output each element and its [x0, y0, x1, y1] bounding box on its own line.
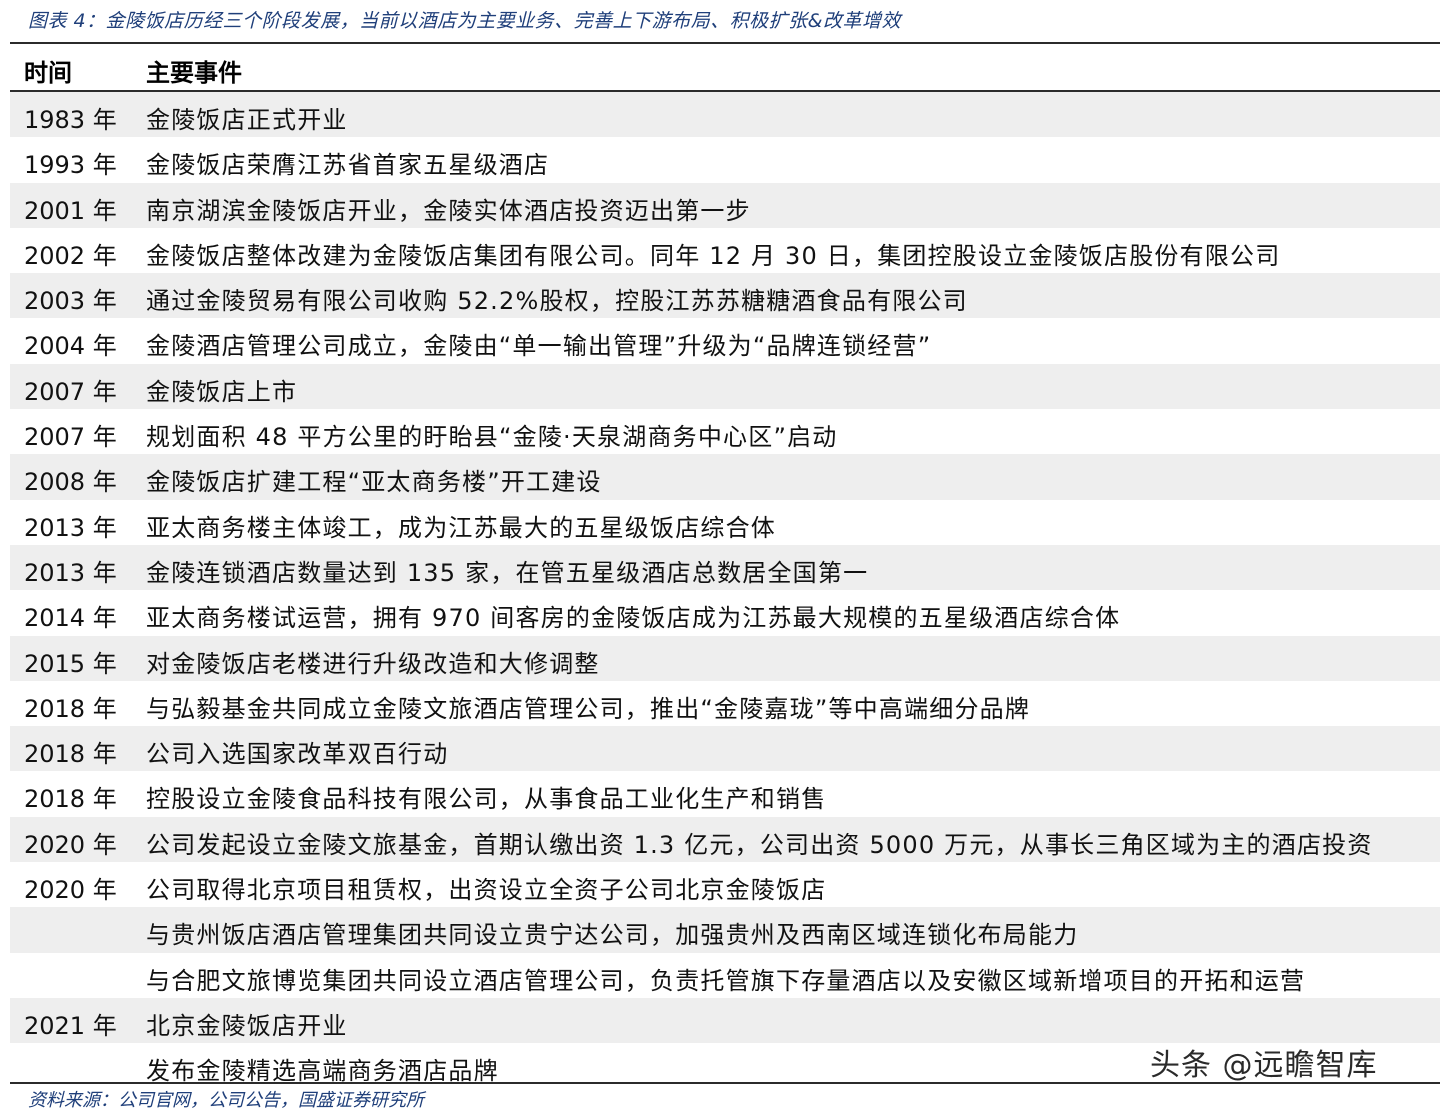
watermark: 头条 @远瞻智库 — [1150, 1048, 1378, 1083]
row-year: 2020 年 — [24, 876, 117, 905]
table-row: 2007 年金陵饭店上市 — [10, 363, 1440, 410]
row-year: 2013 年 — [24, 558, 117, 587]
row-event: 金陵饭店整体改建为金陵饭店集团有限公司。同年 12 月 30 日，集团控股设立金… — [146, 241, 1281, 270]
row-year: 2003 年 — [24, 287, 117, 316]
table-row: 2021 年北京金陵饭店开业 — [10, 997, 1440, 1044]
row-event: 对金陵饭店老楼进行升级改造和大修调整 — [146, 649, 600, 678]
table-row: 1993 年金陵饭店荣膺江苏省首家五星级酒店 — [10, 137, 1440, 182]
table-row: 2013 年金陵连锁酒店数量达到 135 家，在管五星级酒店总数居全国第一 — [10, 544, 1440, 591]
row-year: 2004 年 — [24, 332, 117, 361]
table-row: 2002 年金陵饭店整体改建为金陵饭店集团有限公司。同年 12 月 30 日，集… — [10, 228, 1440, 273]
table-row: 2015 年对金陵饭店老楼进行升级改造和大修调整 — [10, 635, 1440, 681]
table-row: 2018 年控股设立金陵食品科技有限公司，从事食品工业化生产和销售 — [10, 771, 1440, 816]
row-year: 1993 年 — [24, 151, 117, 180]
row-year: 2018 年 — [24, 740, 117, 769]
table-header: 时间 主要事件 — [10, 44, 1440, 90]
table-row: 2018 年公司入选国家改革双百行动 — [10, 726, 1440, 772]
table-row: 2001 年南京湖滨金陵饭店开业，金陵实体酒店投资迈出第一步 — [10, 182, 1440, 228]
row-event: 亚太商务楼试运营，拥有 970 间客房的金陵饭店成为江苏最大规模的五星级酒店综合… — [146, 604, 1121, 633]
table-row: 2003 年通过金陵贸易有限公司收购 52.2%股权，控股江苏苏糖糖酒食品有限公… — [10, 273, 1440, 319]
row-year: 2018 年 — [24, 694, 117, 723]
figure-caption: 图表 4：金陵饭店历经三个阶段发展，当前以酒店为主要业务、完善上下游布局、积极扩… — [28, 10, 901, 32]
row-event: 与弘毅基金共同成立金陵文旅酒店管理公司，推出“金陵嘉珑”等中高端细分品牌 — [146, 694, 1031, 723]
row-year: 1983 年 — [24, 106, 117, 134]
source-note: 资料来源：公司官网，公司公告，国盛证券研究所 — [28, 1090, 424, 1111]
row-year: 2001 年 — [24, 196, 117, 225]
table-row: 2004 年金陵酒店管理公司成立，金陵由“单一输出管理”升级为“品牌连锁经营” — [10, 318, 1440, 363]
table-row: 2007 年规划面积 48 平方公里的盱眙县“金陵·天泉湖商务中心区”启动 — [10, 409, 1440, 454]
row-event: 南京湖滨金陵饭店开业，金陵实体酒店投资迈出第一步 — [146, 196, 751, 225]
event-table: 1983 年金陵饭店正式开业 1993 年金陵饭店荣膺江苏省首家五星级酒店 2001… — [10, 92, 1440, 1089]
row-event: 北京金陵饭店开业 — [146, 1011, 348, 1040]
row-year: 2002 年 — [24, 241, 117, 270]
header-event: 主要事件 — [146, 59, 242, 87]
row-event: 公司入选国家改革双百行动 — [146, 740, 449, 769]
row-event: 发布金陵精选高端商务酒店品牌 — [146, 1057, 499, 1086]
row-event: 与合肥文旅博览集团共同设立酒店管理公司，负责托管旗下存量酒店以及安徽区域新增项目… — [146, 966, 1306, 995]
row-event: 金陵饭店荣膺江苏省首家五星级酒店 — [146, 151, 550, 180]
table-row: 2008 年金陵饭店扩建工程“亚太商务楼”开工建设 — [10, 454, 1440, 500]
row-year: 2018 年 — [24, 785, 117, 814]
table-row: 2020 年公司取得北京项目租赁权，出资设立全资子公司北京金陵饭店 — [10, 862, 1440, 907]
row-year: 2007 年 — [24, 377, 117, 406]
row-event: 公司取得北京项目租赁权，出资设立全资子公司北京金陵饭店 — [146, 876, 827, 905]
row-year: 2015 年 — [24, 649, 117, 678]
row-year: 2021 年 — [24, 1011, 117, 1040]
row-year: 2014 年 — [24, 604, 117, 633]
row-event: 规划面积 48 平方公里的盱眙县“金陵·天泉湖商务中心区”启动 — [146, 423, 838, 452]
table-row: 与贵州饭店酒店管理集团共同设立贵宁达公司，加强贵州及西南区域连锁化布局能力 — [10, 907, 1440, 953]
row-event: 通过金陵贸易有限公司收购 52.2%股权，控股江苏苏糖糖酒食品有限公司 — [146, 287, 968, 316]
row-event: 与贵州饭店酒店管理集团共同设立贵宁达公司，加强贵州及西南区域连锁化布局能力 — [146, 921, 1079, 950]
row-year: 2007 年 — [24, 423, 117, 452]
row-event: 亚太商务楼主体竣工，成为江苏最大的五星级饭店综合体 — [146, 513, 776, 542]
row-event: 金陵酒店管理公司成立，金陵由“单一输出管理”升级为“品牌连锁经营” — [146, 332, 932, 361]
row-year: 2020 年 — [24, 830, 117, 859]
row-event: 金陵饭店正式开业 — [146, 106, 348, 134]
row-year: 2013 年 — [24, 513, 117, 542]
row-event: 金陵连锁酒店数量达到 135 家，在管五星级酒店总数居全国第一 — [146, 558, 869, 587]
header-time: 时间 — [24, 59, 72, 87]
row-event: 控股设立金陵食品科技有限公司，从事食品工业化生产和销售 — [146, 785, 827, 814]
table-row: 2020 年公司发起设立金陵文旅基金，首期认缴出资 1.3 亿元，公司出资 50… — [10, 816, 1440, 863]
row-event: 金陵饭店扩建工程“亚太商务楼”开工建设 — [146, 468, 602, 497]
table-row: 2013 年亚太商务楼主体竣工，成为江苏最大的五星级饭店综合体 — [10, 500, 1440, 545]
table-row: 1983 年 金陵饭店正式开业 — [10, 92, 1440, 138]
table-row: 2014 年亚太商务楼试运营，拥有 970 间客房的金陵饭店成为江苏最大规模的五… — [10, 590, 1440, 635]
row-event: 金陵饭店上市 — [146, 377, 298, 406]
row-event: 公司发起设立金陵文旅基金，首期认缴出资 1.3 亿元，公司出资 5000 万元，… — [146, 830, 1373, 859]
table-row: 与合肥文旅博览集团共同设立酒店管理公司，负责托管旗下存量酒店以及安徽区域新增项目… — [10, 953, 1440, 998]
table-row: 2018 年与弘毅基金共同成立金陵文旅酒店管理公司，推出“金陵嘉珑”等中高端细分… — [10, 681, 1440, 726]
row-year: 2008 年 — [24, 468, 117, 497]
